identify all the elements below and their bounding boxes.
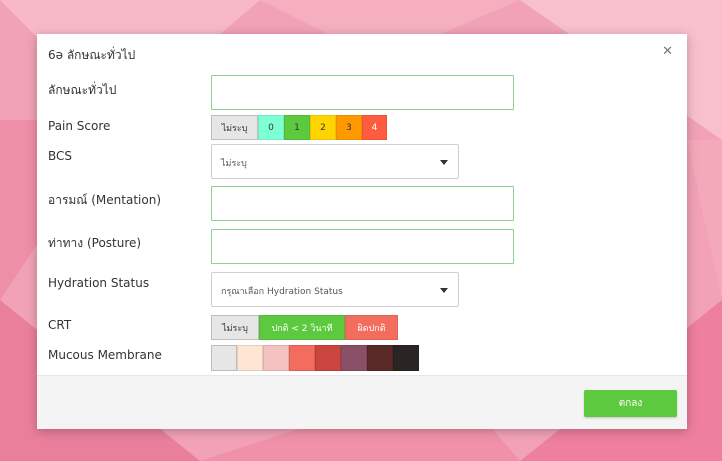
hydration-placeholder: กรุณาเลือก Hydration Status bbox=[221, 287, 343, 297]
hydration-select[interactable]: กรุณาเลือก Hydration Status bbox=[211, 272, 459, 307]
pain-score-option-1[interactable]: 1 bbox=[284, 115, 310, 140]
mucous-swatch-group bbox=[211, 345, 419, 371]
mucous-swatch-brown[interactable] bbox=[367, 345, 393, 371]
bcs-select[interactable]: ไม่ระบุ bbox=[211, 144, 459, 179]
mucous-swatch-purple[interactable] bbox=[341, 345, 367, 371]
pain-score-group: ไม่ระบุ 0 1 2 3 4 bbox=[211, 115, 387, 140]
hydration-label: Hydration Status bbox=[48, 276, 150, 290]
bcs-label: BCS bbox=[48, 149, 73, 163]
mucous-swatch-red[interactable] bbox=[315, 345, 341, 371]
crt-option-abnormal[interactable]: ผิดปกติ bbox=[345, 315, 398, 340]
ok-button[interactable]: ตกลง bbox=[584, 390, 677, 417]
general-info-modal: 6ə ลักษณะทั่วไป ✕ ลักษณะทั่วไป Pain Scor… bbox=[37, 34, 687, 429]
bcs-selected: ไม่ระบุ bbox=[221, 159, 247, 169]
posture-label: ท่าทาง (Posture) bbox=[48, 236, 142, 250]
crt-group: ไม่ระบุ ปกติ < 2 วินาที ผิดปกติ bbox=[211, 315, 398, 340]
pain-score-option-none[interactable]: ไม่ระบุ bbox=[211, 115, 258, 140]
modal-footer: ตกลง bbox=[37, 375, 687, 429]
pain-score-option-2[interactable]: 2 bbox=[310, 115, 336, 140]
mucous-swatch-pale[interactable] bbox=[237, 345, 263, 371]
mentation-label: อารมณ์ (Mentation) bbox=[48, 193, 161, 207]
chevron-down-icon bbox=[440, 160, 448, 165]
chevron-down-icon bbox=[440, 288, 448, 293]
pain-score-option-4[interactable]: 4 bbox=[362, 115, 387, 140]
posture-input[interactable] bbox=[211, 229, 514, 264]
modal-header: 6ə ลักษณะทั่วไป ✕ bbox=[37, 34, 687, 72]
mucous-label: Mucous Membrane bbox=[48, 348, 162, 362]
pain-score-option-0[interactable]: 0 bbox=[258, 115, 284, 140]
modal-title: 6ə ลักษณะทั่วไป bbox=[48, 48, 136, 62]
mucous-swatch-none[interactable] bbox=[211, 345, 237, 371]
crt-option-none[interactable]: ไม่ระบุ bbox=[211, 315, 259, 340]
mentation-input[interactable] bbox=[211, 186, 514, 221]
pain-score-label: Pain Score bbox=[48, 119, 111, 133]
crt-label: CRT bbox=[48, 318, 72, 332]
crt-option-normal[interactable]: ปกติ < 2 วินาที bbox=[259, 315, 345, 340]
close-icon[interactable]: ✕ bbox=[662, 45, 673, 58]
mucous-swatch-pink-light[interactable] bbox=[263, 345, 289, 371]
general-input[interactable] bbox=[211, 75, 514, 110]
pain-score-option-3[interactable]: 3 bbox=[336, 115, 362, 140]
general-label: ลักษณะทั่วไป bbox=[48, 83, 117, 97]
mucous-swatch-pink[interactable] bbox=[289, 345, 315, 371]
mucous-swatch-black[interactable] bbox=[393, 345, 419, 371]
